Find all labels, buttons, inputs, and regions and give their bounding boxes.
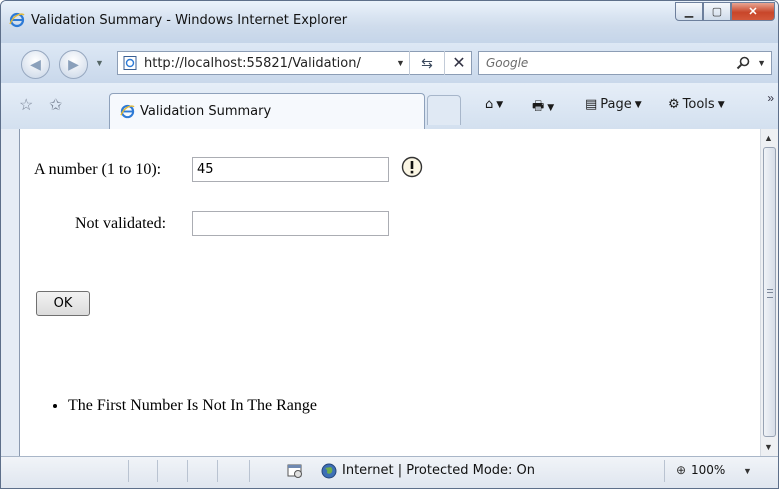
address-bar[interactable]: http://localhost:55821/Validation/ ▼ ⇆ ✕ bbox=[117, 51, 472, 75]
status-divider bbox=[128, 460, 129, 482]
chevron-down-icon: ▼ bbox=[717, 99, 725, 110]
tools-menu-label: Tools bbox=[682, 97, 715, 112]
chevron-down-icon: ▼ bbox=[547, 103, 555, 113]
close-icon: ✕ bbox=[748, 6, 758, 18]
title-bar: Validation Summary - Windows Internet Ex… bbox=[1, 1, 778, 43]
search-placeholder[interactable]: Google bbox=[486, 56, 528, 70]
window-title: Validation Summary - Windows Internet Ex… bbox=[31, 13, 348, 28]
chevron-down-icon: ▼ bbox=[496, 99, 504, 110]
number-label: A number (1 to 10): bbox=[34, 161, 162, 178]
search-icon[interactable] bbox=[735, 55, 751, 71]
command-bar: ☆ ✩ Validation Summary ⌂ ▼ 🖶 ▼ ▤ Page ▼ ⚙ Too… bbox=[1, 83, 778, 130]
scroll-up-arrow-icon[interactable]: ▲ bbox=[764, 133, 773, 143]
not-validated-label: Not validated: bbox=[75, 215, 167, 232]
home-icon: ⌂ bbox=[485, 97, 494, 112]
maximize-icon: ▢ bbox=[711, 6, 723, 18]
scroll-down-arrow-icon[interactable]: ▼ bbox=[764, 442, 773, 452]
chevron-down-icon: ▼ bbox=[634, 99, 642, 110]
home-button[interactable]: ⌂ ▼ bbox=[485, 97, 503, 112]
address-dropdown[interactable]: ▼ bbox=[396, 58, 405, 68]
warning-icon bbox=[401, 156, 423, 178]
validation-summary: The First Number Is Not In The Range bbox=[50, 397, 317, 415]
url-text[interactable]: http://localhost:55821/Validation/ bbox=[144, 56, 361, 71]
favorites-star-icon[interactable]: ☆ bbox=[19, 95, 33, 115]
print-button[interactable]: 🖶 ▼ bbox=[532, 97, 554, 119]
tab-label: Validation Summary bbox=[140, 104, 272, 119]
grip-icon bbox=[767, 289, 773, 298]
window-controls: ▁ ▢ ✕ bbox=[675, 2, 775, 22]
zoom-dropdown[interactable]: ▼ bbox=[743, 466, 752, 476]
status-divider bbox=[249, 460, 250, 482]
ie-logo-icon bbox=[120, 104, 135, 119]
refresh-icon: ⇆ bbox=[421, 54, 433, 71]
page-menu[interactable]: ▤ Page ▼ bbox=[585, 97, 642, 112]
refresh-button[interactable]: ⇆ bbox=[409, 51, 444, 75]
validation-error-item: The First Number Is Not In The Range bbox=[68, 397, 317, 415]
number-input[interactable] bbox=[192, 157, 389, 182]
ie-logo-icon bbox=[9, 12, 25, 28]
zoom-level[interactable]: 100% bbox=[691, 463, 725, 477]
back-button[interactable]: ◀ bbox=[21, 50, 50, 79]
page-icon bbox=[123, 56, 137, 70]
close-button[interactable]: ✕ bbox=[731, 2, 775, 21]
back-arrow-icon: ◀ bbox=[30, 56, 41, 72]
add-favorites-icon[interactable]: ✩ bbox=[49, 95, 62, 115]
globe-icon bbox=[321, 463, 337, 479]
ok-button[interactable]: OK bbox=[36, 291, 90, 316]
forward-button[interactable]: ▶ bbox=[59, 50, 88, 79]
browser-window: Validation Summary - Windows Internet Ex… bbox=[0, 0, 779, 489]
tools-menu[interactable]: ⚙ Tools ▼ bbox=[668, 97, 725, 112]
stop-icon: ✕ bbox=[452, 55, 466, 72]
page-menu-label: Page bbox=[600, 97, 632, 112]
stop-button[interactable]: ✕ bbox=[444, 51, 473, 75]
status-divider bbox=[187, 460, 188, 482]
status-divider bbox=[664, 460, 665, 482]
security-zone-text[interactable]: Internet | Protected Mode: On bbox=[342, 463, 535, 478]
tab-validation-summary[interactable]: Validation Summary bbox=[109, 93, 425, 129]
minimize-button[interactable]: ▁ bbox=[675, 2, 703, 21]
scrollbar-thumb[interactable] bbox=[763, 147, 776, 437]
page-icon: ▤ bbox=[585, 97, 598, 112]
chevron-right-icon[interactable]: » bbox=[767, 91, 774, 105]
recent-pages-dropdown[interactable]: ▼ bbox=[95, 58, 104, 68]
gear-icon: ⚙ bbox=[668, 97, 680, 112]
popup-blocker-icon[interactable] bbox=[287, 463, 303, 479]
status-divider bbox=[217, 460, 218, 482]
status-bar: Internet | Protected Mode: On ⊕ 100% ▼ bbox=[1, 456, 778, 488]
status-divider bbox=[157, 460, 158, 482]
forward-arrow-icon: ▶ bbox=[68, 56, 79, 72]
search-box[interactable]: Google ▼ bbox=[478, 51, 772, 75]
page-content: A number (1 to 10): Not validated: OK Th… bbox=[19, 129, 761, 456]
new-tab-button[interactable] bbox=[427, 95, 461, 125]
vertical-scrollbar[interactable]: ▲ ▼ bbox=[760, 129, 778, 456]
minimize-icon: ▁ bbox=[684, 6, 694, 18]
not-validated-input[interactable] bbox=[192, 211, 389, 236]
print-icon: 🖶 bbox=[532, 99, 545, 114]
navigation-bar: ◀ ▶ ▼ http://localhost:55821/Validation/… bbox=[1, 43, 778, 83]
maximize-button[interactable]: ▢ bbox=[703, 2, 731, 21]
frame-border bbox=[1, 129, 19, 456]
zoom-icon[interactable]: ⊕ bbox=[676, 463, 686, 477]
search-options-dropdown[interactable]: ▼ bbox=[757, 58, 766, 68]
